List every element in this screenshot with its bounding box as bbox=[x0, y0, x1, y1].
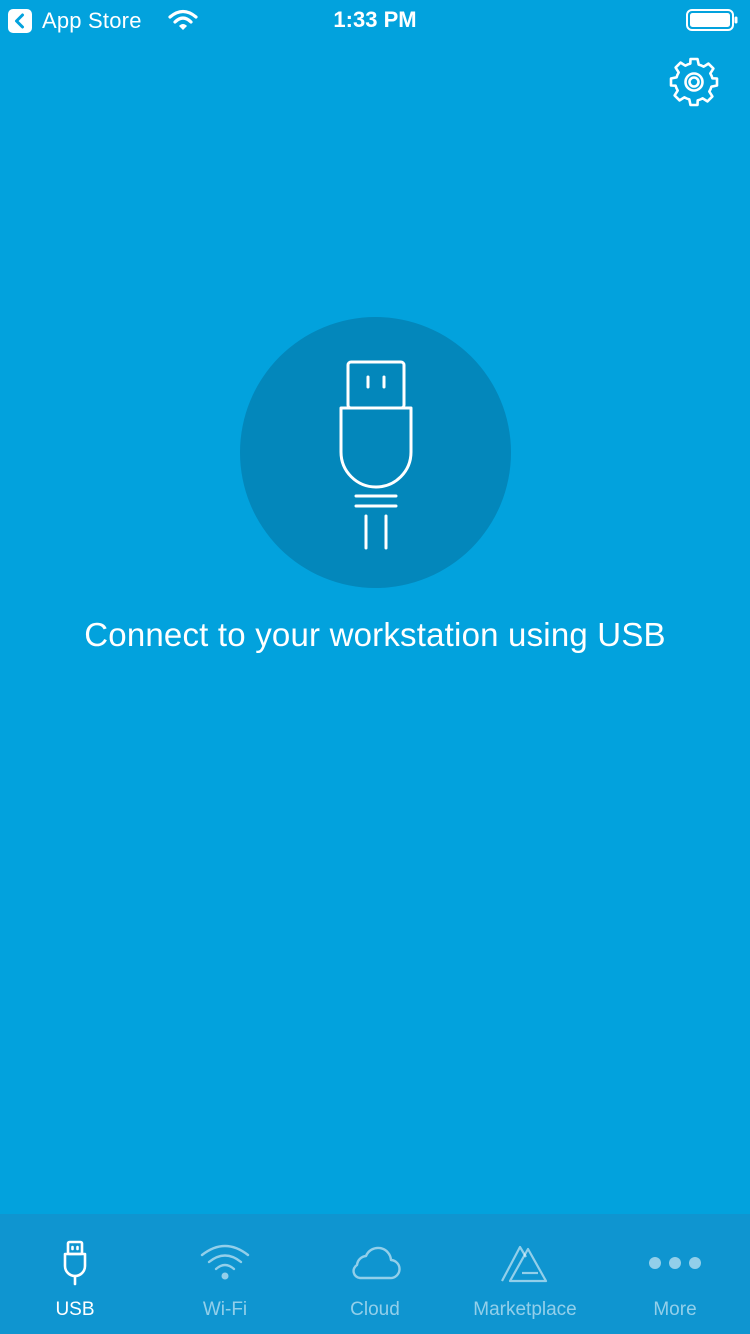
battery-icon bbox=[686, 9, 738, 31]
tab-marketplace[interactable]: Marketplace bbox=[450, 1214, 600, 1334]
usb-connect-screen: App Store 1:33 PM Connect to your workst… bbox=[0, 0, 750, 1334]
connect-instruction: Connect to your workstation using USB bbox=[84, 616, 666, 653]
tab-bar: USB Wi-Fi Cloud Marketplace More bbox=[0, 1214, 750, 1334]
tab-more-label: More bbox=[653, 1299, 697, 1320]
wifi-icon bbox=[195, 1240, 255, 1286]
marketplace-icon bbox=[495, 1240, 555, 1286]
tab-wifi[interactable]: Wi-Fi bbox=[150, 1214, 300, 1334]
usb-illustration-circle bbox=[240, 317, 511, 588]
tab-usb[interactable]: USB bbox=[0, 1214, 150, 1334]
status-time: 1:33 PM bbox=[333, 7, 417, 32]
tab-wifi-label: Wi-Fi bbox=[202, 1299, 248, 1320]
usb-plug-icon bbox=[326, 350, 426, 555]
tab-cloud-label: Cloud bbox=[350, 1299, 400, 1320]
status-bar: App Store 1:33 PM bbox=[0, 0, 750, 40]
tab-more[interactable]: More bbox=[600, 1214, 750, 1334]
more-icon bbox=[645, 1240, 705, 1286]
settings-button[interactable] bbox=[668, 56, 720, 113]
gear-icon bbox=[668, 56, 720, 113]
cloud-icon bbox=[345, 1240, 405, 1286]
tab-usb-label: USB bbox=[55, 1299, 95, 1320]
tab-cloud[interactable]: Cloud bbox=[300, 1214, 450, 1334]
tab-marketplace-label: Marketplace bbox=[473, 1299, 577, 1320]
usb-icon bbox=[45, 1240, 105, 1286]
